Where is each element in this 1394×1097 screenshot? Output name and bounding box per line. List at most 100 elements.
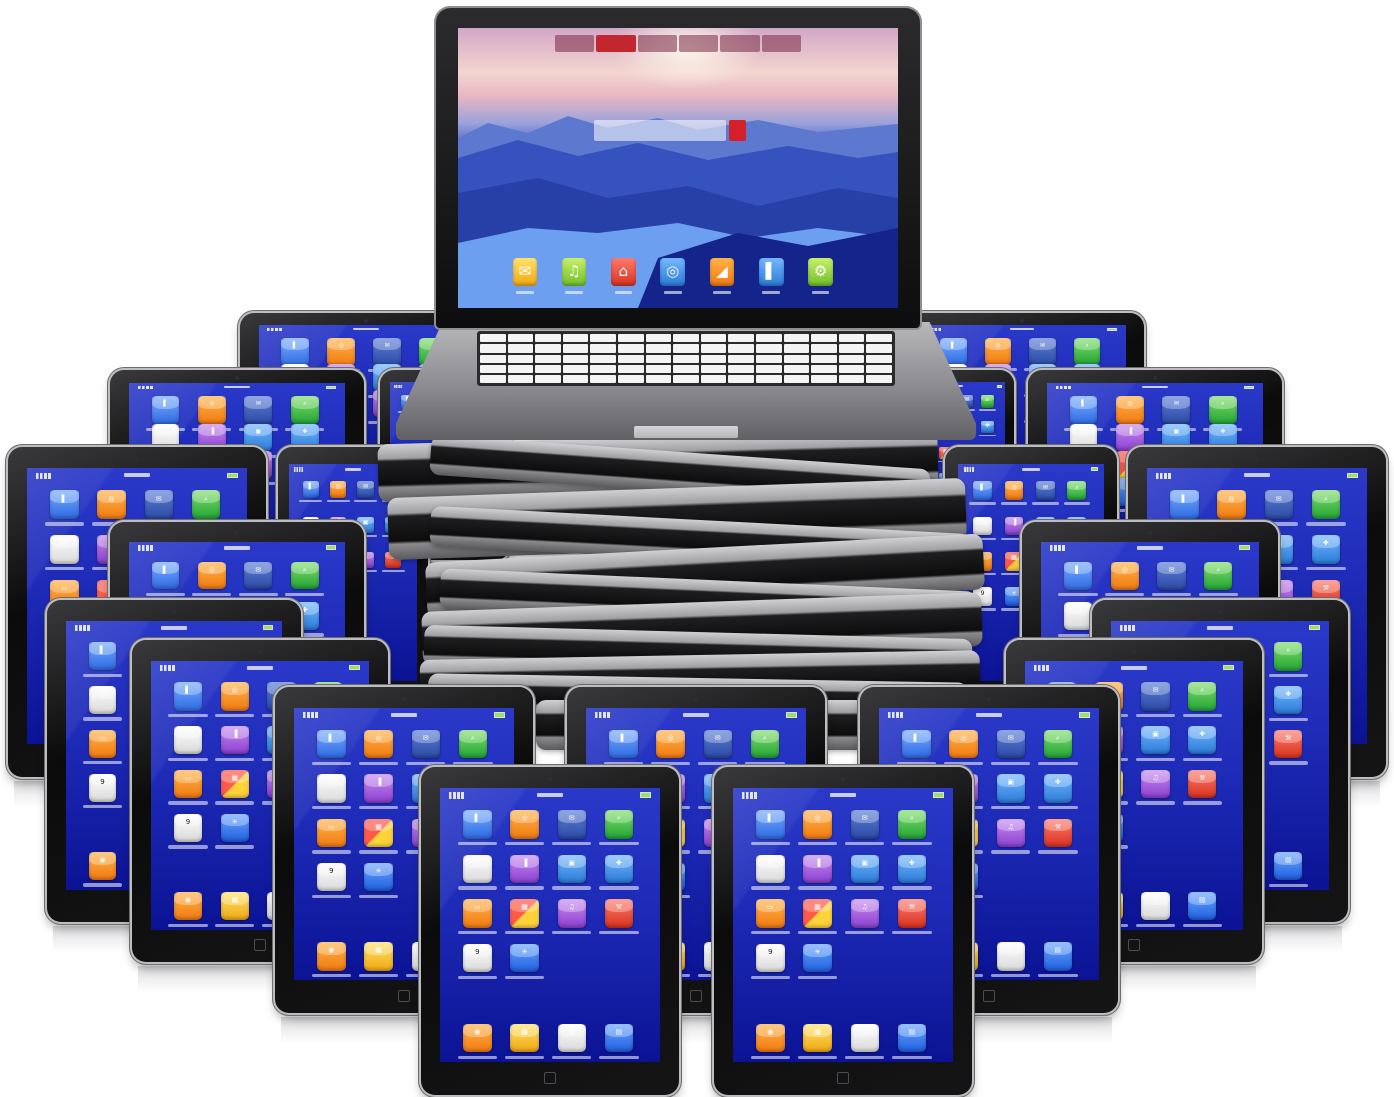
app-glyph-icon: ◎	[667, 734, 674, 743]
app-icon: ▦	[1000, 551, 1028, 576]
app-label	[1268, 883, 1308, 887]
app-label	[551, 886, 592, 890]
laptop-app-button[interactable]: ⌂	[611, 258, 636, 286]
key	[783, 364, 810, 373]
laptop-app-button[interactable]: ▌	[758, 258, 784, 286]
app-label	[990, 973, 1031, 978]
status-bar	[879, 708, 1098, 722]
laptop-app-button[interactable]: ◎	[660, 258, 686, 286]
app-label	[504, 975, 545, 980]
app-icon: ◎	[504, 810, 545, 846]
search-input[interactable]	[594, 120, 727, 142]
nav-tab[interactable]	[596, 35, 636, 52]
search-button[interactable]	[728, 120, 747, 142]
nav-tab[interactable]	[554, 35, 595, 52]
app-glyph-icon: ▭	[474, 903, 481, 912]
app-label	[168, 845, 208, 849]
app-glyph-icon: ✚	[302, 427, 308, 435]
app-glyph-icon: ▦	[375, 822, 382, 831]
key	[700, 354, 727, 363]
laptop-app-button[interactable]: ♫	[561, 258, 587, 286]
status-bar	[440, 788, 659, 802]
app-icon: ▌	[896, 729, 937, 766]
app-icon: ▦	[797, 1023, 838, 1059]
app-label	[1198, 592, 1238, 597]
status-bar	[1111, 621, 1329, 634]
app-icon: ▦	[358, 818, 399, 854]
app-icon: ⌕	[892, 810, 932, 846]
app-glyph-icon: ⌕	[616, 814, 621, 823]
key	[838, 374, 865, 383]
key	[590, 344, 617, 353]
laptop-app-button[interactable]: ⚙	[808, 258, 833, 286]
key	[673, 354, 699, 363]
app-icon: ☀	[504, 943, 545, 980]
app-label	[1182, 801, 1222, 805]
app-grid: ▌ ◎ ✉ ⌕ ◴ ▐ ▣ ✚ ▭ ▦ ♫ ⚒ 9 ☀	[456, 810, 645, 1013]
key	[590, 334, 617, 343]
app-icon: ⌕	[1306, 490, 1346, 526]
key	[866, 354, 892, 363]
app-glyph-icon: ⌕	[1200, 686, 1205, 695]
app-icon: ⌕	[978, 395, 997, 411]
app-glyph-icon: ◴	[162, 427, 169, 435]
app-glyph-icon: ▐	[232, 730, 238, 739]
app-glyph-icon: ✉	[1152, 686, 1159, 695]
app-label	[44, 567, 85, 571]
app-glyph-icon: ▯	[1008, 946, 1013, 955]
app-icon: ▤	[1038, 942, 1078, 978]
app-label	[811, 291, 830, 294]
app-icon: ☀	[797, 943, 838, 980]
nav-tab[interactable]	[761, 35, 802, 52]
app-icon: ▌	[457, 810, 498, 846]
nav-tab[interactable]	[637, 35, 678, 52]
app-label	[797, 931, 838, 935]
app-glyph-icon: ◎	[960, 734, 967, 743]
app-icon: ▣	[990, 774, 1031, 810]
app-glyph-icon: ⌕	[1323, 494, 1328, 503]
app-glyph-icon: ▌	[328, 734, 335, 743]
app-label	[1135, 801, 1176, 805]
status-clock	[123, 473, 151, 478]
home-icon: ⌂	[618, 261, 629, 280]
app-glyph-icon: ▯	[1153, 896, 1158, 905]
app-icon: ⚒	[892, 899, 932, 935]
nav-tab[interactable]	[679, 35, 719, 52]
app-icon: ◎	[321, 338, 361, 373]
nav-tab[interactable]	[720, 35, 760, 52]
app-icon: ◉	[750, 1023, 791, 1059]
battery-icon	[325, 385, 337, 389]
app-label	[599, 841, 639, 846]
camera-icon	[841, 776, 845, 781]
camera-icon	[235, 531, 239, 535]
key	[811, 374, 837, 383]
app-label	[1105, 592, 1145, 597]
app-icon: ◴	[44, 535, 85, 571]
laptop-app-button[interactable]: ✉	[512, 258, 538, 286]
key	[480, 334, 506, 343]
key	[618, 354, 644, 363]
app-glyph-icon: ✉	[422, 734, 429, 743]
app-glyph-icon: ⌕	[1085, 341, 1089, 349]
app-icon: 9	[750, 943, 791, 980]
app-glyph-icon: ✉	[1168, 565, 1175, 574]
app-label	[504, 1055, 545, 1059]
app-glyph-icon: ▌	[1075, 565, 1081, 574]
app-icon: 9	[168, 813, 208, 849]
app-icon: 9	[457, 943, 498, 980]
status-bar	[66, 621, 282, 634]
key	[535, 374, 561, 383]
app-glyph-icon: ⌕	[303, 400, 307, 408]
laptop-app-button[interactable]: ◢	[709, 258, 735, 286]
app-glyph-icon: ◎	[231, 686, 238, 695]
app-icon: ▯	[990, 942, 1031, 978]
app-glyph-icon: ▌	[185, 686, 191, 695]
app-glyph-icon: ◉	[184, 896, 191, 905]
key	[645, 364, 672, 373]
app-label	[844, 841, 885, 846]
home-button	[1128, 938, 1140, 951]
battery-icon	[1239, 545, 1251, 551]
app-icon: ⌕	[1198, 561, 1238, 597]
key	[562, 334, 589, 343]
app-label	[405, 761, 446, 766]
